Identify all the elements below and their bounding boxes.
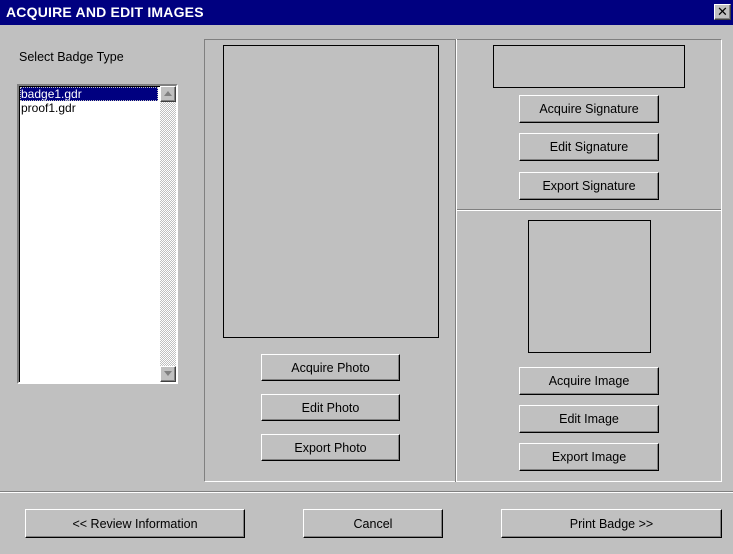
list-item[interactable]: proof1.gdr: [20, 101, 158, 115]
acquire-photo-button[interactable]: Acquire Photo: [261, 354, 400, 381]
window-title: ACQUIRE AND EDIT IMAGES: [6, 4, 204, 20]
arrow-up-icon: [164, 91, 172, 96]
scroll-up-button[interactable]: [160, 86, 176, 102]
signature-preview: [493, 45, 685, 88]
edit-signature-button[interactable]: Edit Signature: [519, 133, 659, 161]
close-button[interactable]: ✕: [714, 4, 731, 20]
image-preview: [528, 220, 651, 353]
scroll-down-button[interactable]: [160, 366, 176, 382]
badge-type-listbox[interactable]: badge1.gdr proof1.gdr: [17, 84, 178, 384]
photo-preview: [223, 45, 439, 338]
review-information-button[interactable]: << Review Information: [25, 509, 245, 538]
print-badge-button[interactable]: Print Badge >>: [501, 509, 722, 538]
edit-image-button[interactable]: Edit Image: [519, 405, 659, 433]
export-image-button[interactable]: Export Image: [519, 443, 659, 471]
close-icon: ✕: [717, 4, 728, 19]
edit-photo-button[interactable]: Edit Photo: [261, 394, 400, 421]
export-signature-button[interactable]: Export Signature: [519, 172, 659, 200]
list-item[interactable]: badge1.gdr: [20, 87, 158, 101]
acquire-image-button[interactable]: Acquire Image: [519, 367, 659, 395]
listbox-scrollbar[interactable]: [160, 86, 176, 382]
cancel-button[interactable]: Cancel: [303, 509, 443, 538]
export-photo-button[interactable]: Export Photo: [261, 434, 400, 461]
acquire-signature-button[interactable]: Acquire Signature: [519, 95, 659, 123]
acquire-edit-images-window: ACQUIRE AND EDIT IMAGES ✕ Select Badge T…: [0, 0, 733, 554]
title-bar: ACQUIRE AND EDIT IMAGES ✕: [0, 0, 733, 25]
badge-type-label: Select Badge Type: [19, 50, 124, 64]
arrow-down-icon: [164, 371, 172, 376]
